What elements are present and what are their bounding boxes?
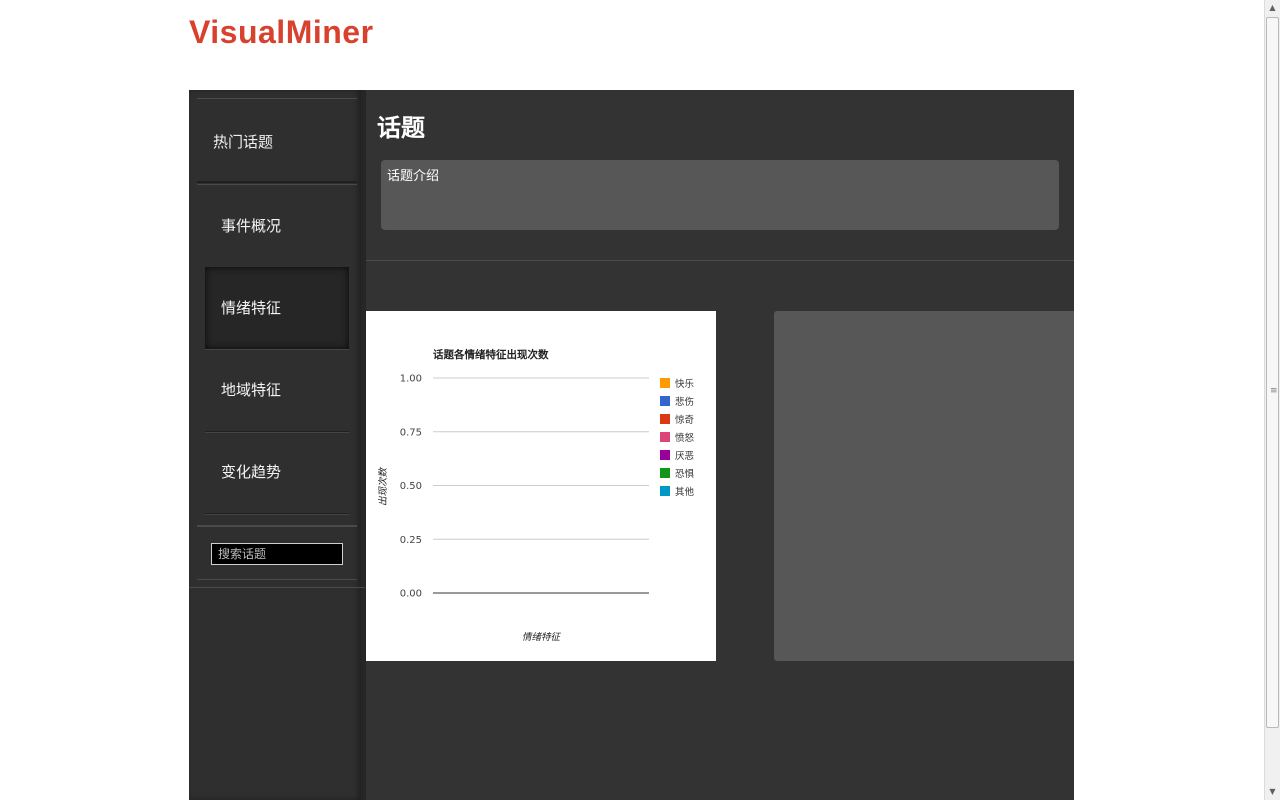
sidebar-item-label: 事件概况 [221,217,282,235]
search-area [197,526,357,580]
chart-legend-item: 厌恶 [660,450,694,462]
chart-legend-item: 恐惧 [660,468,695,480]
chart-y-axis-label: 出现次数 [378,467,389,507]
page-title: 话题 [377,113,425,142]
detail-panel [774,311,1074,661]
chart-y-tick-label: 0.00 [400,589,422,600]
app-frame: 热门话题 事件概况 情绪特征 地域特征 变化趋势 话题 话题介绍 话题各情绪特征… [189,90,1074,800]
sidebar-item-trend[interactable]: 变化趋势 [205,431,349,514]
sidebar-item-label: 地域特征 [221,381,282,399]
vertical-scrollbar[interactable]: ▲ ≡ ▼ [1264,0,1280,800]
chart-y-tick-label: 0.25 [400,535,422,546]
sidebar-divider [189,587,365,588]
section-divider [366,260,1074,261]
chart-legend-swatch [660,378,670,388]
chart-legend-item: 惊奇 [660,414,695,426]
sidebar-item-label: 变化趋势 [221,463,282,481]
sidebar-item-overview[interactable]: 事件概况 [205,185,349,268]
chart-legend-label: 厌恶 [675,451,694,462]
chart-y-tick-label: 0.50 [400,481,422,492]
chart-legend-label: 悲伤 [675,396,694,408]
chart-legend-swatch [660,414,670,424]
emotion-chart-panel: 话题各情绪特征出现次数 0.00 0.25 0.50 0.75 1.00 出现次数 情绪… [366,311,716,661]
emotion-bar-chart: 话题各情绪特征出现次数 0.00 0.25 0.50 0.75 1.00 出现次数 情绪… [378,348,695,643]
arrow-up-icon[interactable]: ▲ [1265,0,1280,16]
chart-legend: 快乐悲伤惊奇愤怒厌恶恐惧其他 [660,378,695,498]
chart-legend-label: 其他 [675,486,695,498]
arrow-down-icon[interactable]: ▼ [1265,784,1280,800]
app-logo[interactable]: VisualMiner [189,14,374,51]
sidebar-item-region[interactable]: 地域特征 [205,349,349,432]
chart-grid [433,377,649,540]
chart-legend-item: 快乐 [660,378,695,390]
topic-intro-text: 话题介绍 [387,169,440,184]
grip-icon: ≡ [1270,386,1278,396]
topic-intro-box: 话题介绍 [381,160,1059,230]
search-input[interactable] [211,543,343,565]
chart-legend-item: 其他 [660,486,695,498]
chart-y-tick-label: 0.75 [400,427,422,438]
sidebar: 热门话题 事件概况 情绪特征 地域特征 变化趋势 [189,90,366,800]
chart-legend-swatch [660,396,670,406]
chart-legend-swatch [660,450,670,460]
chart-legend-label: 愤怒 [675,432,695,444]
chart-legend-label: 快乐 [675,378,695,390]
chart-legend-swatch [660,468,670,478]
scroll-thumb[interactable]: ≡ [1266,17,1279,728]
sidebar-item-emotion[interactable]: 情绪特征 [205,267,349,350]
chart-legend-label: 惊奇 [675,414,695,426]
chart-legend-item: 悲伤 [660,396,694,408]
chart-y-ticks: 0.00 0.25 0.50 0.75 1.00 [400,374,422,600]
sidebar-item-label: 热门话题 [213,133,274,151]
sidebar-item-label: 情绪特征 [221,299,282,317]
chart-x-axis-label: 情绪特征 [522,632,562,643]
sidebar-item-hot-topics[interactable]: 热门话题 [197,98,357,183]
chart-legend-swatch [660,486,670,496]
chart-legend-label: 恐惧 [675,468,695,480]
chart-title: 话题各情绪特征出现次数 [433,348,549,361]
sidebar-nav: 事件概况 情绪特征 地域特征 变化趋势 [197,184,357,526]
chart-y-tick-label: 1.00 [400,374,422,385]
chart-legend-swatch [660,432,670,442]
chart-legend-item: 愤怒 [660,432,695,444]
